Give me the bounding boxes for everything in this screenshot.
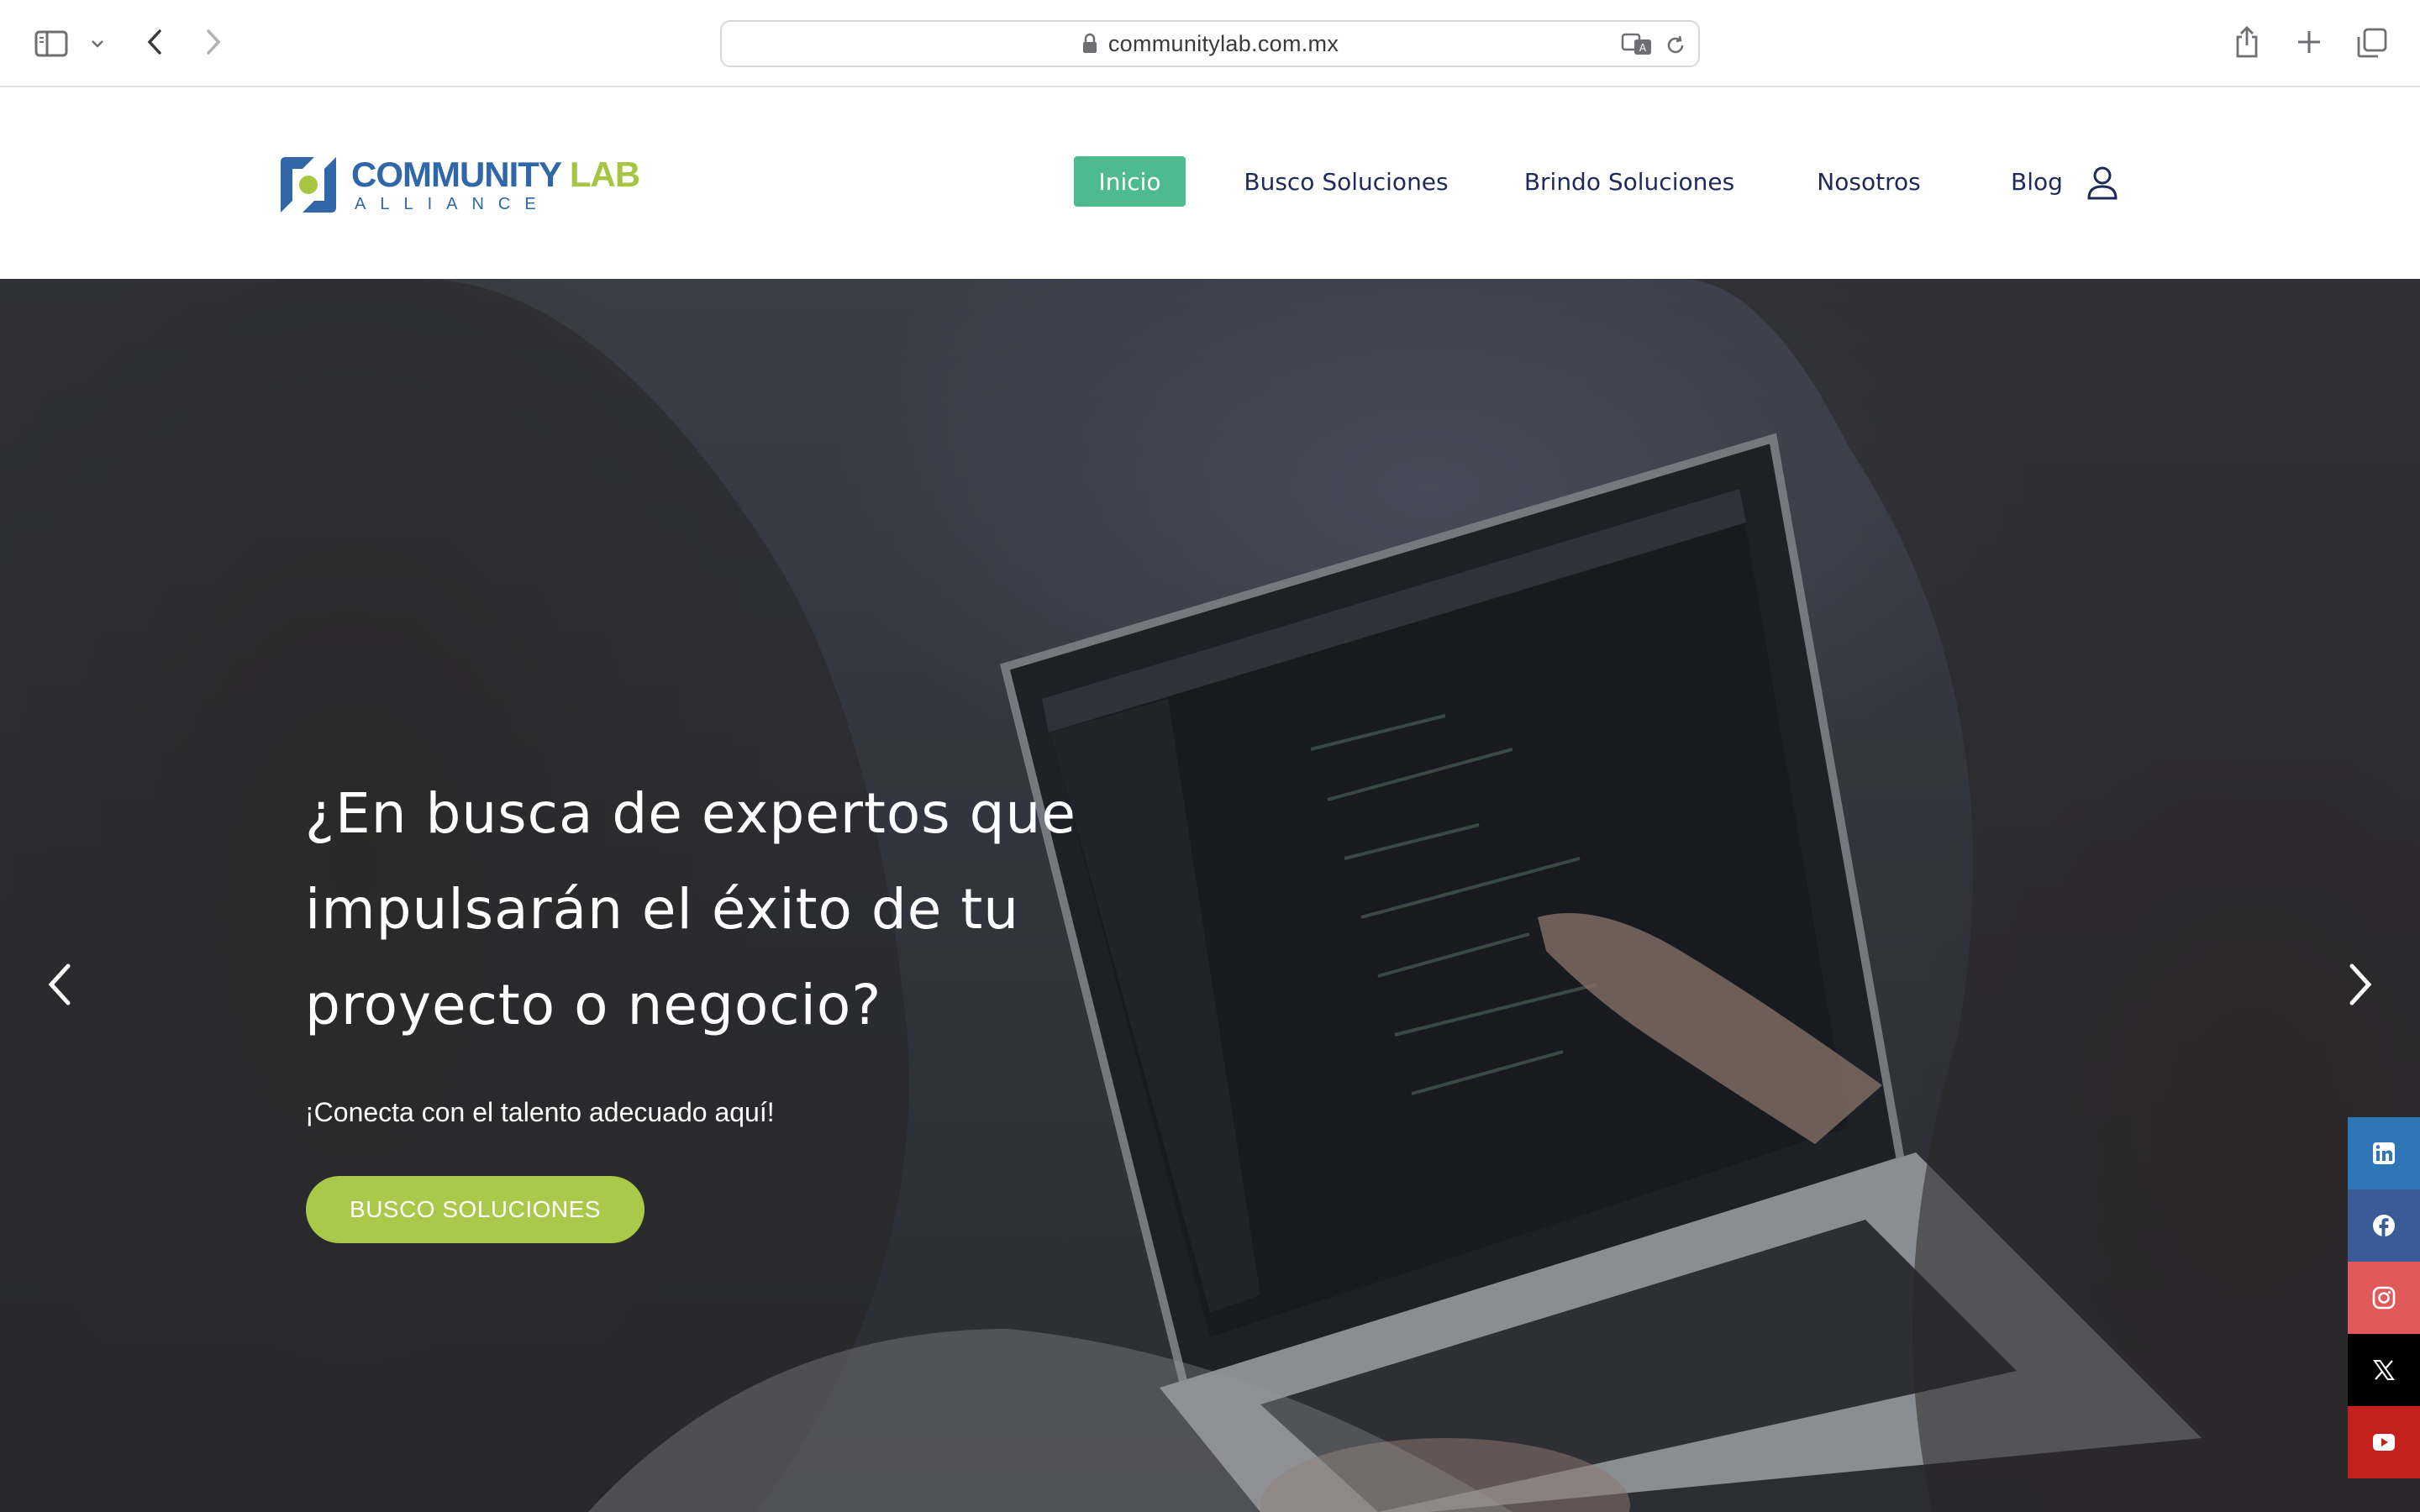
linkedin-button[interactable] xyxy=(2348,1117,2420,1189)
logo-word-lab: LAB xyxy=(569,155,640,194)
hero-heading-line: ¿En busca de expertos que xyxy=(305,781,1076,846)
forward-icon[interactable] xyxy=(198,25,229,59)
nav-item-busco-soluciones[interactable]: Busco Soluciones xyxy=(1244,156,1449,207)
browser-toolbar: communitylab.com.mx A xyxy=(0,0,2420,87)
tab-overview-icon[interactable] xyxy=(2354,25,2390,60)
nav-item-blog[interactable]: Blog xyxy=(2003,156,2070,207)
busco-soluciones-button[interactable]: BUSCO SOLUCIONES xyxy=(306,1176,644,1243)
slider-next-icon[interactable] xyxy=(2336,959,2386,1010)
nav-item-brindo-soluciones[interactable]: Brindo Soluciones xyxy=(1519,156,1739,207)
x-twitter-button[interactable] xyxy=(2348,1334,2420,1406)
logo-mark-icon xyxy=(277,154,339,216)
hero-subtext: ¡Conecta con el talento adecuado aquí! xyxy=(305,1097,775,1127)
new-tab-icon[interactable] xyxy=(2292,25,2326,59)
instagram-button[interactable] xyxy=(2348,1262,2420,1334)
site-header: COMMUNITY LAB ALLIANCE Inicio Busco Solu… xyxy=(0,89,2420,279)
logo-wordmark: COMMUNITY LAB xyxy=(351,155,640,194)
address-bar[interactable]: communitylab.com.mx A xyxy=(720,20,1700,67)
logo-subtitle: ALLIANCE xyxy=(355,195,550,213)
hero-heading: ¿En busca de expertos que impulsarán el … xyxy=(305,766,1128,1053)
facebook-icon xyxy=(2372,1214,2396,1237)
nav-item-inicio[interactable]: Inicio xyxy=(1074,156,1186,207)
logo-word-community: COMMUNITY xyxy=(351,155,561,194)
hero-heading-line: impulsarán el éxito de tu xyxy=(305,877,1020,942)
translate-icon[interactable]: A xyxy=(1621,32,1653,57)
youtube-button[interactable] xyxy=(2348,1406,2420,1478)
svg-text:A: A xyxy=(1639,42,1647,54)
user-account-icon[interactable] xyxy=(2086,165,2119,204)
sidebar-toggle-icon[interactable] xyxy=(32,27,71,60)
hero-slider: ¿En busca de expertos que impulsarán el … xyxy=(0,279,2420,1512)
lock-icon xyxy=(1081,33,1098,55)
reload-icon[interactable] xyxy=(1665,34,1686,57)
url-text: communitylab.com.mx xyxy=(1107,30,1339,56)
chevron-down-icon[interactable] xyxy=(87,32,108,55)
linkedin-icon xyxy=(2372,1142,2396,1165)
nav-item-nosotros[interactable]: Nosotros xyxy=(1810,156,1928,207)
instagram-icon xyxy=(2372,1286,2396,1310)
slider-prev-icon[interactable] xyxy=(34,959,84,1010)
x-icon xyxy=(2373,1359,2395,1381)
youtube-icon xyxy=(2372,1433,2396,1452)
site-logo[interactable]: COMMUNITY LAB ALLIANCE xyxy=(277,153,640,217)
share-icon[interactable] xyxy=(2230,24,2264,60)
facebook-button[interactable] xyxy=(2348,1189,2420,1262)
back-icon[interactable] xyxy=(139,25,170,59)
hero-heading-line: proyecto o negocio? xyxy=(305,973,882,1037)
